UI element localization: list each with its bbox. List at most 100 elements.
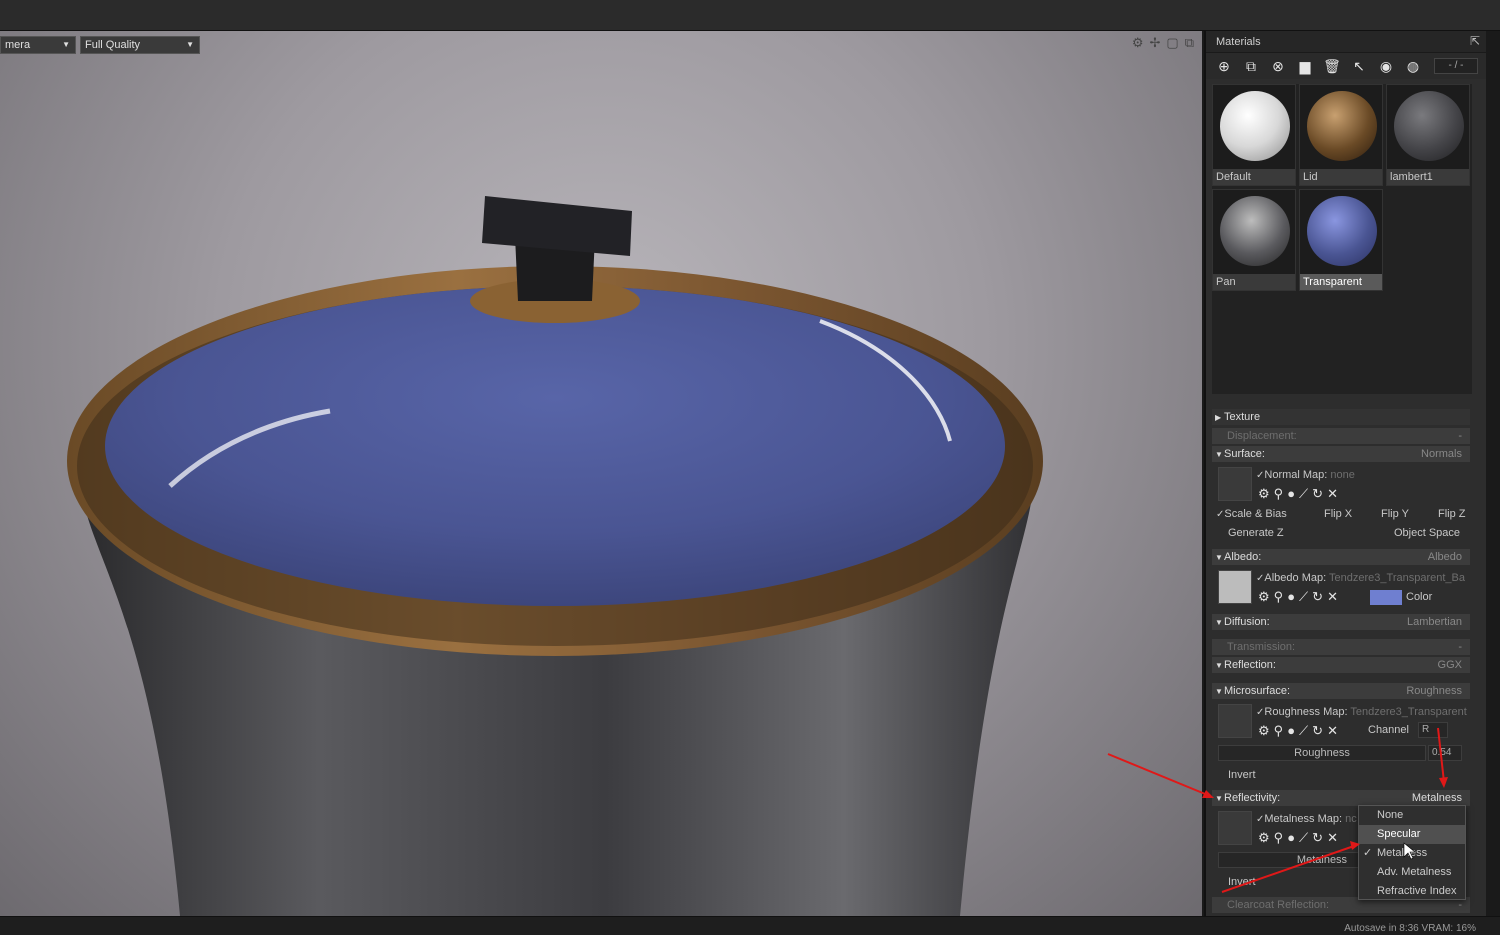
roughness-slider-label: Roughness [1294, 747, 1350, 759]
duplicate-icon[interactable]: ⧉ [1239, 56, 1263, 76]
albedo-section[interactable]: ▼Albedo: Albedo [1212, 549, 1470, 565]
search-icon[interactable]: ⚲ [1274, 486, 1284, 502]
folder-icon[interactable]: ▆ [1293, 56, 1317, 76]
albedo-map-label: Albedo Map: [1264, 572, 1327, 584]
add-material-icon[interactable]: ⊕ [1212, 56, 1236, 76]
gear-icon[interactable]: ⚙ [1258, 486, 1270, 502]
dropdown-option-refractive-index[interactable]: Refractive Index [1359, 882, 1465, 901]
reload-icon[interactable]: ↻ [1312, 486, 1323, 502]
section-value[interactable]: Lambertian [1407, 614, 1462, 630]
gear-icon[interactable]: ⚙ [1258, 830, 1270, 846]
option-label: Refractive Index [1377, 885, 1457, 897]
search-icon[interactable]: ⚲ [1274, 830, 1284, 846]
material-preview [1220, 196, 1290, 266]
select-icon[interactable]: ↖ [1347, 56, 1371, 76]
close-icon[interactable]: ✕ [1327, 723, 1338, 739]
material-name: Default [1213, 169, 1295, 185]
microsurface-section[interactable]: ▼Microsurface: Roughness [1212, 683, 1470, 699]
albedo-map-thumbnail[interactable] [1218, 570, 1252, 604]
normal-map-thumbnail[interactable] [1218, 467, 1252, 501]
normal-map-value[interactable]: none [1330, 469, 1354, 481]
roughness-value-text: 0.54 [1432, 747, 1452, 758]
section-value[interactable]: - [1458, 428, 1462, 444]
section-value[interactable]: GGX [1438, 657, 1462, 673]
diffusion-section[interactable]: ▼Diffusion: Lambertian [1212, 614, 1470, 630]
material-pan[interactable]: Pan [1212, 189, 1296, 291]
search-icon[interactable]: ⚲ [1274, 723, 1284, 739]
flip-x-checkbox[interactable]: Flip X [1324, 506, 1352, 522]
apply-icon[interactable]: ◉ [1374, 56, 1398, 76]
3d-viewport[interactable]: mera ▼ Full Quality ▼ ⚙ ✢ ▢ ⧉ [0, 31, 1202, 916]
dropdown-option-adv-metalness[interactable]: Adv. Metalness [1359, 863, 1465, 882]
brush-icon[interactable]: ⟋ [1299, 723, 1308, 739]
dropdown-option-specular[interactable]: Specular [1359, 825, 1465, 844]
roughness-map-label: Roughness Map: [1264, 706, 1348, 718]
dropdown-option-none[interactable]: None [1359, 806, 1465, 825]
gear-icon[interactable]: ⚙ [1258, 723, 1270, 739]
metalness-invert-checkbox[interactable]: Invert [1228, 874, 1328, 890]
flip-z-checkbox[interactable]: Flip Z [1438, 506, 1466, 522]
dropper-icon[interactable]: ● [1287, 486, 1295, 502]
displacement-section[interactable]: Displacement: - [1212, 428, 1470, 444]
dropper-icon[interactable]: ● [1287, 589, 1295, 605]
page-indicator[interactable]: - / - [1434, 58, 1478, 74]
surface-section[interactable]: ▼Surface: Normals [1212, 446, 1470, 462]
close-icon[interactable]: ✕ [1327, 589, 1338, 605]
option-label: None [1377, 809, 1404, 821]
collapse-icon: ▼ [1215, 661, 1223, 670]
brush-icon[interactable]: ⟋ [1299, 830, 1308, 846]
section-label: Diffusion: [1224, 616, 1270, 628]
section-value[interactable]: - [1458, 639, 1462, 655]
material-lambert1[interactable]: lambert1 [1386, 84, 1470, 186]
gear-icon[interactable]: ⚙ [1258, 589, 1270, 605]
roughness-slider[interactable]: Roughness [1218, 745, 1426, 761]
reload-icon[interactable]: ↻ [1312, 589, 1323, 605]
material-transparent[interactable]: Transparent [1299, 189, 1383, 291]
materials-grid: Default Lid lambert1 Pan Transparent [1212, 84, 1472, 394]
metalness-map-thumbnail[interactable] [1218, 811, 1252, 845]
section-value[interactable]: Roughness [1406, 683, 1462, 699]
delete-icon[interactable]: 🗑 [1320, 56, 1344, 76]
dropdown-option-metalness[interactable]: ✓ Metalness [1359, 844, 1465, 863]
material-lid[interactable]: Lid [1299, 84, 1383, 186]
reload-icon[interactable]: ↻ [1312, 723, 1323, 739]
option-label: Metalness [1377, 847, 1428, 859]
search-icon[interactable]: ⚲ [1274, 589, 1284, 605]
material-preview [1220, 91, 1290, 161]
channel-select[interactable]: R [1418, 722, 1448, 738]
surface-options-1: ✓Scale & Bias Flip X Flip Y Flip Z [1216, 506, 1474, 522]
material-default[interactable]: Default [1212, 84, 1296, 186]
texture-section[interactable]: ▶ Texture [1212, 409, 1470, 425]
transmission-section[interactable]: Transmission: - [1212, 639, 1470, 655]
section-value[interactable]: Albedo [1428, 549, 1462, 565]
dropper-icon[interactable]: ● [1287, 830, 1295, 846]
albedo-color-swatch[interactable] [1370, 590, 1402, 605]
brush-icon[interactable]: ⟋ [1299, 486, 1308, 502]
popout-icon[interactable]: ⇱ [1470, 34, 1480, 48]
roughness-value[interactable]: 0.54 [1428, 745, 1462, 761]
scale-bias-checkbox[interactable]: Scale & Bias [1224, 508, 1286, 520]
generate-z-checkbox[interactable]: Generate Z [1228, 527, 1284, 539]
close-icon[interactable]: ✕ [1327, 486, 1338, 502]
metalness-map-actions: ⚙ ⚲ ● ⟋ ↻ ✕ [1258, 830, 1338, 846]
brush-icon[interactable]: ⟋ [1299, 589, 1308, 605]
metalness-map-value[interactable]: nc [1345, 813, 1357, 825]
paint-icon[interactable]: ◍ [1401, 56, 1425, 76]
albedo-map-value[interactable]: Tendzere3_Transparent_Ba [1329, 572, 1465, 584]
reflection-section[interactable]: ▼Reflection: GGX [1212, 657, 1470, 673]
normal-map-label: Normal Map: [1264, 469, 1328, 481]
section-value[interactable]: Normals [1421, 446, 1462, 462]
reflectivity-section[interactable]: ▼Reflectivity: Metalness [1212, 790, 1470, 806]
normal-map-row: ✓Normal Map: none [1256, 467, 1466, 483]
object-space-checkbox[interactable]: Object Space [1394, 525, 1460, 541]
reload-icon[interactable]: ↻ [1312, 830, 1323, 846]
reflectivity-mode-select[interactable]: Metalness [1412, 790, 1462, 806]
albedo-map-row: ✓Albedo Map: Tendzere3_Transparent_Ba [1256, 570, 1470, 586]
unused-icon[interactable]: ⊗ [1266, 56, 1290, 76]
roughness-map-value[interactable]: Tendzere3_Transparent [1350, 706, 1466, 718]
dropper-icon[interactable]: ● [1287, 723, 1295, 739]
close-icon[interactable]: ✕ [1327, 830, 1338, 846]
roughness-invert-checkbox[interactable]: Invert [1228, 767, 1328, 783]
flip-y-checkbox[interactable]: Flip Y [1381, 506, 1409, 522]
roughness-map-thumbnail[interactable] [1218, 704, 1252, 738]
